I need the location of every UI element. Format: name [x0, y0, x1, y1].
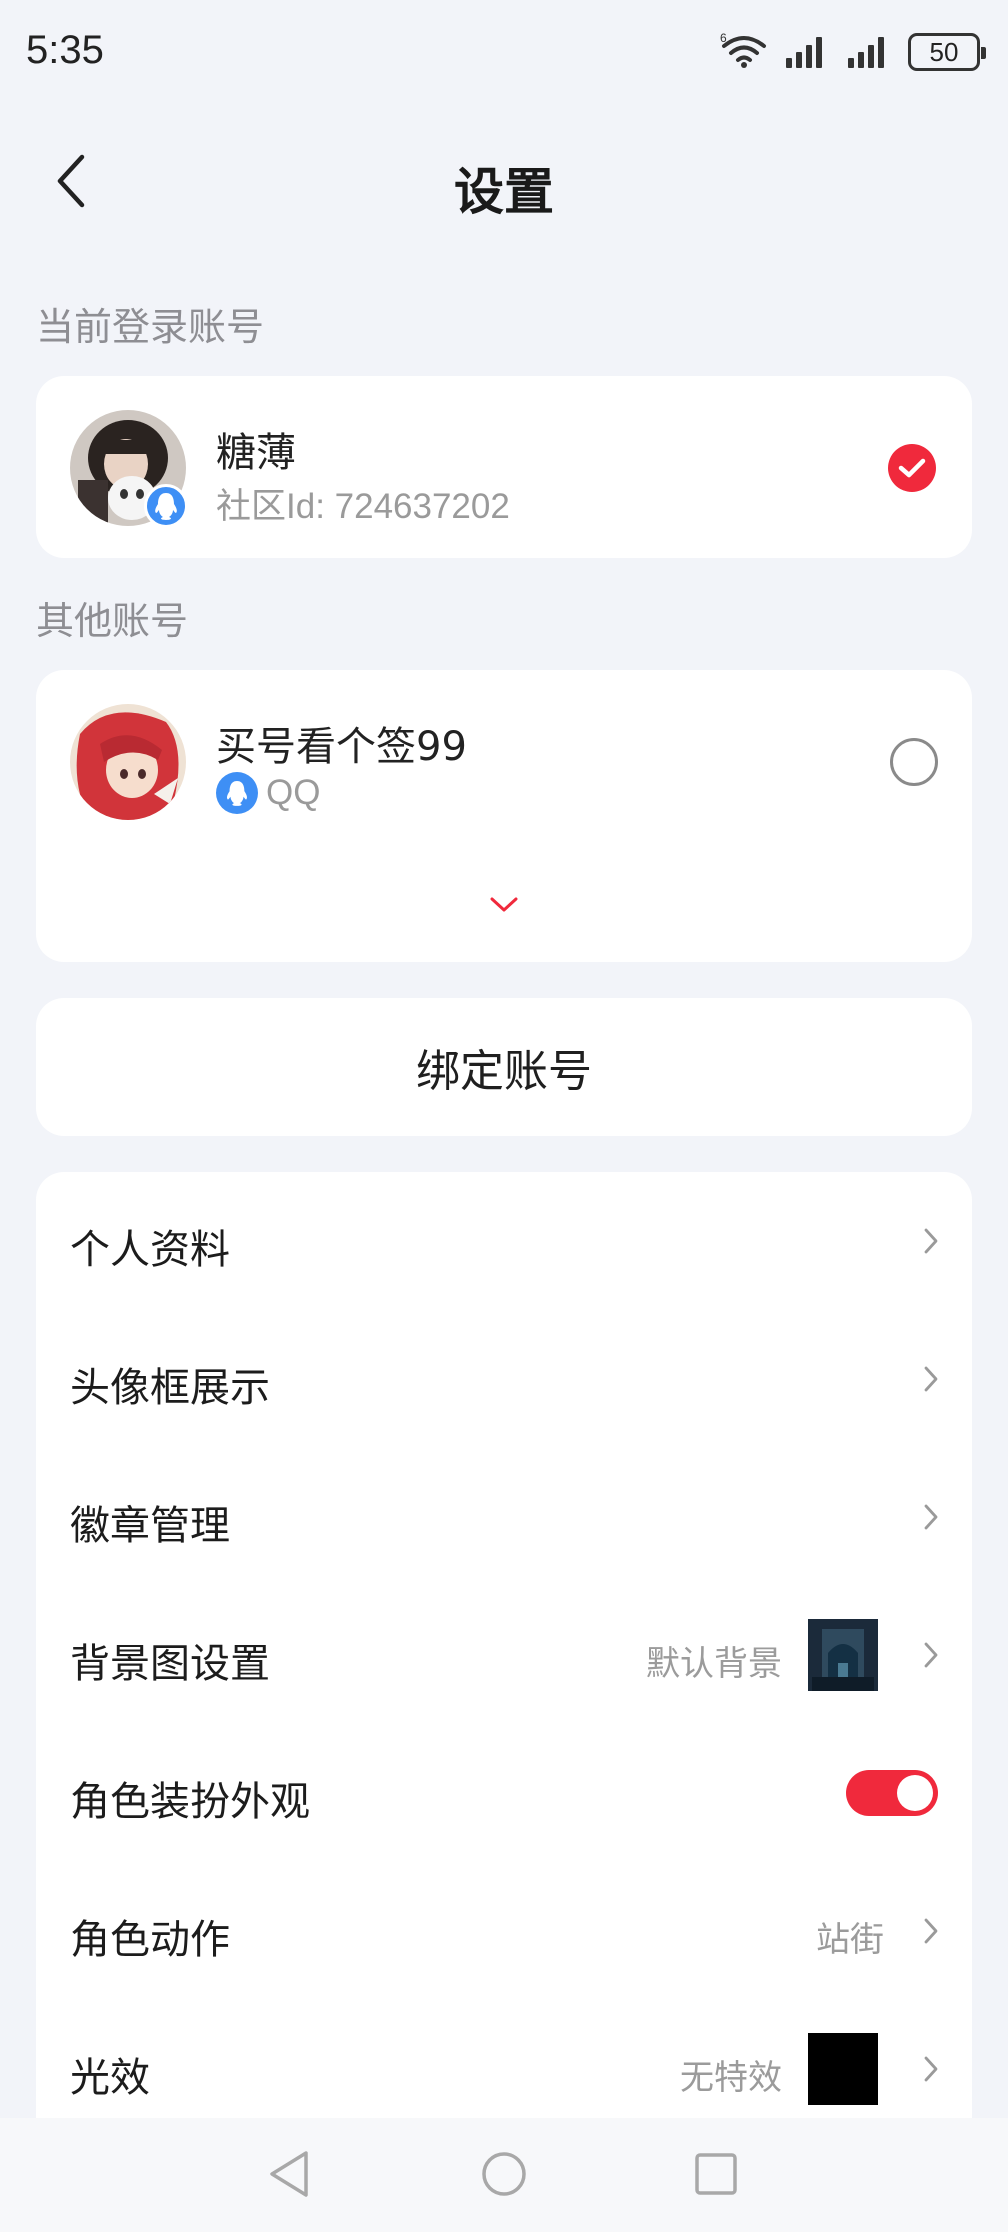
other-account-name: 买号看个签99	[216, 724, 467, 770]
battery-level: 50	[929, 36, 959, 67]
bind-account-button[interactable]: 绑定账号	[36, 998, 972, 1136]
current-account-card: 糖薄 社区Id: 724637202	[36, 376, 972, 558]
chevron-right-icon	[920, 1638, 942, 1672]
community-id: 社区Id: 724637202	[216, 487, 510, 526]
system-recents-button[interactable]	[688, 2148, 744, 2204]
chevron-right-icon	[920, 1914, 942, 1948]
appearance-toggle[interactable]	[846, 1770, 938, 1816]
signal-icon	[846, 32, 892, 72]
other-account-platform: QQ	[216, 772, 320, 814]
other-accounts-card: 买号看个签99 QQ	[36, 670, 972, 962]
status-icons: 6 50	[720, 30, 986, 74]
menu-item-label: 头像框展示	[70, 1365, 270, 1411]
back-triangle-icon	[266, 2149, 314, 2203]
background-thumbnail	[808, 1619, 878, 1691]
menu-item-avatar-frame[interactable]: 头像框展示	[36, 1310, 972, 1448]
nav-bar: 设置	[0, 130, 1008, 240]
unselected-radio[interactable]	[890, 738, 938, 786]
current-account-row[interactable]: 糖薄 社区Id: 724637202	[36, 376, 972, 556]
signal-icon	[784, 32, 830, 72]
chevron-right-icon	[920, 1500, 942, 1534]
home-circle-icon	[479, 2149, 529, 2203]
menu-item-value: 无特效	[680, 2058, 782, 2098]
chevron-right-icon	[920, 1362, 942, 1396]
qq-icon	[216, 772, 258, 814]
system-nav-bar	[0, 2118, 1008, 2232]
wifi-icon: 6	[720, 30, 768, 74]
qq-icon	[144, 484, 188, 528]
menu-item-value: 默认背景	[646, 1644, 782, 1684]
menu-item-label: 角色动作	[70, 1917, 230, 1963]
status-bar: 5:35 6 50	[0, 0, 1008, 110]
status-time: 5:35	[26, 28, 104, 72]
effect-thumbnail	[808, 2033, 878, 2105]
menu-item-label: 角色装扮外观	[70, 1779, 310, 1825]
expand-accounts-button[interactable]	[484, 892, 524, 922]
current-account-name: 糖薄	[216, 430, 296, 476]
battery-icon: 50	[908, 33, 986, 71]
system-back-button[interactable]	[262, 2148, 318, 2204]
other-accounts-label: 其他账号	[36, 599, 189, 643]
chevron-down-icon	[489, 896, 519, 918]
other-account-avatar-wrap	[70, 704, 186, 820]
current-account-label: 当前登录账号	[36, 305, 265, 349]
menu-item-label: 光效	[70, 2055, 150, 2101]
menu-item-background[interactable]: 背景图设置 默认背景	[36, 1586, 972, 1724]
platform-label: QQ	[266, 773, 321, 812]
menu-item-character-appearance: 角色装扮外观	[36, 1724, 972, 1862]
chevron-right-icon	[920, 1224, 942, 1258]
menu-item-label: 个人资料	[70, 1227, 230, 1273]
menu-item-profile[interactable]: 个人资料	[36, 1172, 972, 1310]
selected-check-icon[interactable]	[888, 444, 936, 492]
menu-item-badges[interactable]: 徽章管理	[36, 1448, 972, 1586]
page-title: 设置	[454, 163, 554, 221]
avatar	[70, 704, 186, 820]
recents-square-icon	[693, 2151, 739, 2201]
other-account-row[interactable]: 买号看个签99 QQ	[36, 670, 972, 850]
settings-screen: 5:35 6 50 设置 当前登录账号 糖薄 社区Id: 724637202 其…	[0, 0, 1008, 2232]
menu-item-label: 背景图设置	[70, 1641, 270, 1687]
menu-item-value: 站街	[816, 1920, 884, 1960]
menu-item-character-action[interactable]: 角色动作 站街	[36, 1862, 972, 2000]
chevron-right-icon	[920, 2052, 942, 2086]
menu-item-label: 徽章管理	[70, 1503, 230, 1549]
current-account-avatar-wrap	[70, 410, 188, 528]
toggle-knob	[897, 1775, 933, 1811]
system-home-button[interactable]	[476, 2148, 532, 2204]
settings-menu-card: 个人资料 头像框展示 徽章管理 背景图设置 默认背景 角色装扮外观 角色动作 站…	[36, 1172, 972, 2172]
